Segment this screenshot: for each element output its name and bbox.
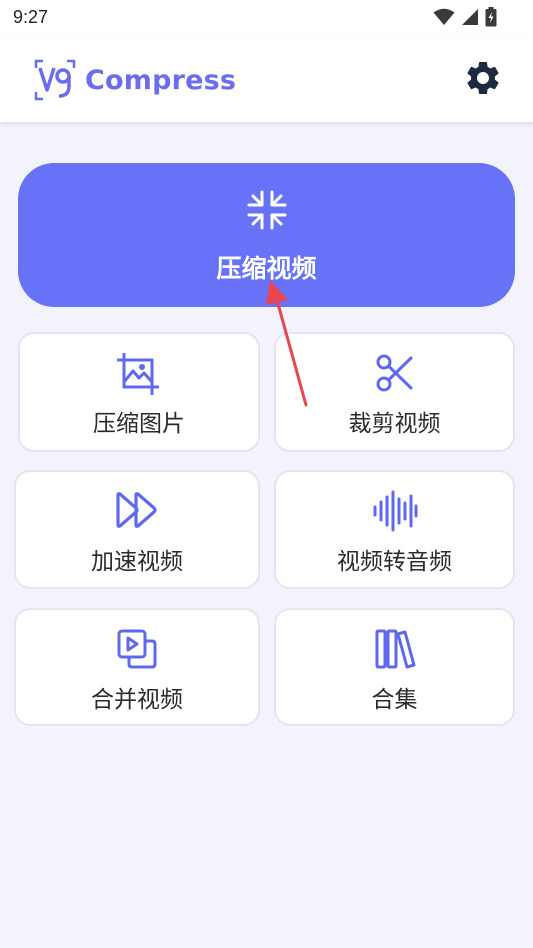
image-crop-icon <box>117 353 159 395</box>
collection-button[interactable]: 合集 <box>274 608 515 726</box>
cut-video-button[interactable]: 裁剪视频 <box>274 332 515 452</box>
scissors-icon <box>376 354 412 392</box>
compress-arrows-icon <box>247 190 287 230</box>
fast-forward-icon <box>116 492 157 528</box>
cut-video-label: 裁剪视频 <box>348 411 441 437</box>
gear-icon <box>467 61 499 94</box>
speed-video-label: 加速视频 <box>91 549 183 575</box>
merge-video-button[interactable]: 合并视频 <box>14 608 260 726</box>
app-bar: Compress <box>0 36 533 122</box>
compress-video-label: 压缩视频 <box>216 254 317 283</box>
video-to-audio-label: 视频转音频 <box>337 549 452 575</box>
app-logo: Compress <box>33 58 236 102</box>
compress-video-button[interactable]: 压缩视频 <box>18 163 515 307</box>
signal-icon <box>462 9 478 25</box>
merge-video-label: 合并视频 <box>91 687 183 713</box>
status-bar: 9:27 <box>0 0 533 36</box>
app-title: Compress <box>85 64 237 96</box>
status-time: 9:27 <box>13 7 49 27</box>
speed-video-button[interactable]: 加速视频 <box>14 470 260 589</box>
collection-icon <box>375 629 415 669</box>
merge-video-icon <box>117 629 157 669</box>
v9-logo-icon <box>34 59 76 101</box>
audio-wave-icon <box>373 490 417 532</box>
collection-label: 合集 <box>371 687 418 713</box>
wifi-icon <box>433 8 455 25</box>
compress-image-button[interactable]: 压缩图片 <box>18 332 260 452</box>
status-icons <box>433 6 497 28</box>
battery-icon <box>485 7 497 27</box>
compress-image-label: 压缩图片 <box>93 411 185 437</box>
settings-button[interactable] <box>463 58 503 98</box>
video-to-audio-button[interactable]: 视频转音频 <box>274 470 515 589</box>
